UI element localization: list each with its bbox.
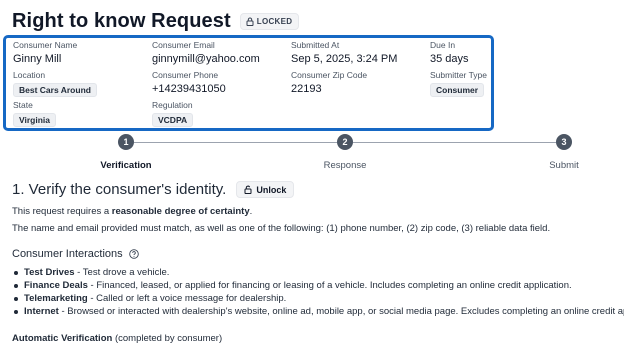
locked-badge: LOCKED <box>239 13 300 30</box>
list-item: Internet - Browsed or interacted with de… <box>12 305 624 318</box>
regulation-label: Regulation <box>152 100 193 110</box>
consumer-zip-value: 22193 <box>291 83 322 95</box>
title-row: Right to know Request LOCKED <box>12 10 300 33</box>
step-connector <box>134 142 337 143</box>
match-requirements-text: The name and email provided must match, … <box>12 223 551 234</box>
list-item: Finance Deals - Financed, leased, or app… <box>12 279 624 292</box>
lock-icon <box>246 17 254 26</box>
due-in-label: Due In <box>430 40 456 50</box>
interactions-list: Test Drives - Test drove a vehicle. Fina… <box>12 266 624 318</box>
state-chip: Virginia <box>13 113 57 127</box>
progress-stepper: 1 2 3 Verification Response Submit <box>0 133 624 177</box>
interaction-term: Test Drives <box>24 267 75 278</box>
verify-section-title: 1. Verify the consumer's identity. <box>12 181 227 198</box>
consumer-email-value: ginnymill@yahoo.com <box>152 53 260 65</box>
location-field: Location Best Cars Around <box>13 70 97 98</box>
automatic-verification-label: Automatic Verification <box>12 333 113 344</box>
regulation-field: Regulation VCDPA <box>152 100 194 128</box>
interaction-desc: - Test drove a vehicle. <box>74 267 170 278</box>
consumer-phone-label: Consumer Phone <box>152 70 219 80</box>
due-in-field: Due In 35 days <box>430 40 469 65</box>
request-details-card: Consumer Name Ginny Mill Consumer Email … <box>3 35 494 131</box>
step-1-circle[interactable]: 1 <box>118 134 134 150</box>
consumer-phone-field: Consumer Phone +14239431050 <box>152 70 226 95</box>
interaction-term: Finance Deals <box>24 280 88 291</box>
list-item: Test Drives - Test drove a vehicle. <box>12 266 624 279</box>
consumer-zip-label: Consumer Zip Code <box>291 70 368 80</box>
certainty-prefix: This request requires a <box>12 206 112 217</box>
unlock-button[interactable]: Unlock <box>236 181 295 198</box>
step-connector <box>353 142 556 143</box>
submitted-at-field: Submitted At Sep 5, 2025, 3:24 PM <box>291 40 397 65</box>
list-item: Telemarketing - Called or left a voice m… <box>12 292 624 305</box>
verify-section-header: 1. Verify the consumer's identity. Unloc… <box>12 181 295 198</box>
state-field: State Virginia <box>13 100 57 128</box>
consumer-interactions-header: Consumer Interactions <box>12 248 139 260</box>
location-label: Location <box>13 70 46 80</box>
consumer-zip-field: Consumer Zip Code 22193 <box>291 70 367 95</box>
submitter-type-label: Submitter Type <box>430 70 488 80</box>
step-3-label[interactable]: Submit <box>549 160 579 171</box>
step-3-circle[interactable]: 3 <box>556 134 572 150</box>
page-title: Right to know Request <box>12 10 231 32</box>
due-in-value: 35 days <box>430 53 469 65</box>
certainty-text: This request requires a reasonable degre… <box>12 206 252 217</box>
step-2-circle[interactable]: 2 <box>337 134 353 150</box>
help-icon[interactable] <box>128 249 139 259</box>
consumer-email-label: Consumer Email <box>152 40 215 50</box>
regulation-chip: VCDPA <box>152 113 194 127</box>
automatic-verification-note: (completed by consumer) <box>112 333 223 344</box>
step-1-label[interactable]: Verification <box>100 160 151 171</box>
interaction-term: Telemarketing <box>24 293 88 304</box>
consumer-name-label: Consumer Name <box>13 40 78 50</box>
interaction-term: Internet <box>24 306 59 317</box>
automatic-verification-heading: Automatic Verification (completed by con… <box>12 333 222 344</box>
interaction-desc: - Called or left a voice message for dea… <box>87 293 287 304</box>
consumer-email-field: Consumer Email ginnymill@yahoo.com <box>152 40 260 65</box>
submitted-at-label: Submitted At <box>291 40 340 50</box>
interaction-desc: - Browsed or interacted with dealership'… <box>58 306 624 317</box>
consumer-name-field: Consumer Name Ginny Mill <box>13 40 77 65</box>
consumer-interactions-title: Consumer Interactions <box>12 248 123 260</box>
step-2-label[interactable]: Response <box>324 160 367 171</box>
submitter-type-chip: Consumer <box>430 83 485 97</box>
submitter-type-field: Submitter Type Consumer <box>430 70 487 98</box>
certainty-level: reasonable degree of certainty <box>111 206 250 217</box>
consumer-name-value: Ginny Mill <box>13 53 62 65</box>
interaction-desc: - Financed, leased, or applied for finan… <box>87 280 572 291</box>
unlock-icon <box>244 185 252 194</box>
submitted-at-value: Sep 5, 2025, 3:24 PM <box>291 53 398 65</box>
locked-badge-label: LOCKED <box>256 17 293 26</box>
location-chip: Best Cars Around <box>13 83 97 97</box>
certainty-suffix: . <box>249 206 253 217</box>
state-label: State <box>13 100 33 110</box>
consumer-phone-value: +14239431050 <box>152 83 226 95</box>
unlock-button-label: Unlock <box>256 184 287 195</box>
